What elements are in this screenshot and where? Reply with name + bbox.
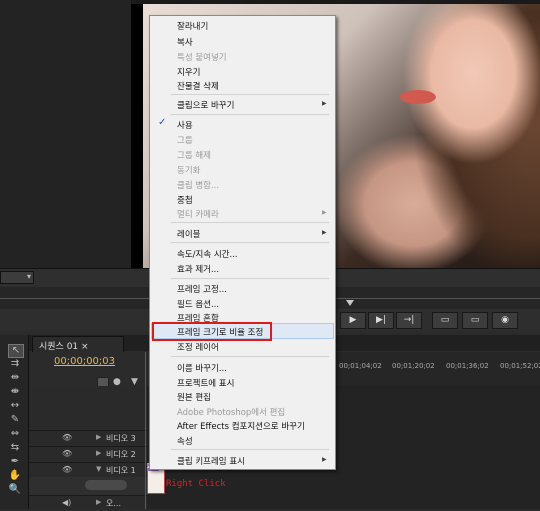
submenu-arrow-icon: ▶ (322, 456, 327, 463)
track-label: 비디오 3 (106, 434, 136, 443)
chevron-down-icon: ▾ (26, 272, 31, 281)
menu-separator (171, 278, 329, 279)
track-label: 비디오 2 (106, 450, 136, 459)
menu-item-merge-clips[interactable]: 클립 병합... (177, 179, 219, 191)
selection-tool-icon[interactable]: ↖ (8, 344, 24, 358)
menu-item-multi-camera[interactable]: 멀티 카메라 (177, 208, 219, 220)
checkmark-icon: ✓ (158, 117, 167, 128)
ruler-label: 00;01;04;02 (339, 362, 382, 370)
menu-item-synchronize[interactable]: 동기화 (177, 164, 200, 176)
slide-tool-icon[interactable]: ⇆ (8, 442, 22, 454)
menu-separator (171, 242, 329, 243)
keyframe-navigator[interactable] (85, 480, 127, 490)
ruler-label: 00;01;36;02 (446, 362, 489, 370)
menu-item-field-options[interactable]: 필드 옵션... (177, 298, 219, 310)
razor-tool-icon[interactable]: ✎ (8, 414, 22, 426)
menu-item-ripple-delete[interactable]: 잔물결 삭제 (177, 80, 219, 92)
ruler-label: 00;01;20;02 (392, 362, 435, 370)
track-header-video1[interactable]: 👁 ▼ 비디오 1 (29, 462, 147, 478)
hand-tool-icon[interactable]: ✋ (8, 470, 22, 482)
chevron-right-icon[interactable]: ▶ (96, 433, 101, 441)
timeline-playhead[interactable] (145, 352, 146, 509)
eye-icon[interactable]: 👁 (62, 433, 72, 442)
menu-separator (171, 356, 329, 357)
track-select-tool-icon[interactable]: ⇉ (8, 358, 22, 370)
export-frame-button[interactable]: ◉ (492, 312, 518, 329)
ripple-edit-tool-icon[interactable]: ⇹ (8, 372, 22, 384)
menu-item-paste-attributes[interactable]: 특성 붙여넣기 (177, 51, 227, 63)
menu-item-replace-with-clip[interactable]: 클립으로 바꾸기 (177, 99, 234, 111)
right-click-annotation: Right Click (166, 479, 226, 489)
menu-item-edit-in-photoshop[interactable]: Adobe Photoshop에서 편집 (177, 406, 285, 418)
track-header-video3[interactable]: 👁 ▶ 비디오 3 (29, 430, 147, 446)
eye-icon[interactable]: 👁 (62, 465, 72, 474)
slip-tool-icon[interactable]: ⇔ (8, 428, 22, 440)
menu-separator (171, 114, 329, 115)
ruler-label: 00;01;52;02 (500, 362, 540, 370)
tab-label: 시퀀스 01 × (39, 342, 89, 352)
menu-item-properties[interactable]: 속성 (177, 435, 193, 447)
extract-button[interactable]: ▭ (462, 312, 488, 329)
pen-tool-icon[interactable]: ✒ (8, 456, 22, 468)
menu-item-adjustment-layer[interactable]: 조정 레이어 (177, 341, 219, 353)
eye-icon[interactable]: 👁 (62, 449, 72, 458)
menu-item-enable[interactable]: 사용 (177, 119, 193, 131)
video-clip[interactable] (147, 468, 165, 494)
chevron-down-icon[interactable]: ▼ (96, 465, 101, 473)
menu-item-nest[interactable]: 중첩 (177, 194, 193, 206)
menu-separator (171, 222, 329, 223)
menu-separator (171, 94, 329, 95)
submenu-arrow-icon: ▶ (322, 209, 327, 216)
go-to-next-edit-button[interactable]: →| (396, 312, 422, 329)
menu-item-frame-hold[interactable]: 프레임 고정... (177, 283, 227, 295)
speaker-icon[interactable]: ◀) (62, 498, 71, 507)
lift-button[interactable]: ▭ (432, 312, 458, 329)
menu-separator (171, 449, 329, 450)
letterbox-bar (131, 4, 143, 268)
menu-item-show-clip-keyframes[interactable]: 클립 키프레임 표시 (177, 455, 245, 467)
source-panel (0, 0, 131, 268)
submenu-arrow-icon: ▶ (322, 100, 327, 107)
tab-sequence-01[interactable]: 시퀀스 01 × (32, 336, 124, 352)
menu-item-copy[interactable]: 복사 (177, 36, 193, 48)
menu-item-remove-effects[interactable]: 효과 제거... (177, 263, 219, 275)
menu-item-group[interactable]: 그룹 (177, 134, 193, 146)
video-lips-detail (400, 90, 436, 104)
chevron-right-icon[interactable]: ▶ (96, 498, 101, 506)
rolling-edit-tool-icon[interactable]: ⇼ (8, 386, 22, 398)
menu-item-label[interactable]: 레이블 (177, 228, 200, 240)
menu-item-speed-duration[interactable]: 속도/지속 시간... (177, 248, 238, 260)
menu-item-cut[interactable]: 잘라내기 (177, 20, 208, 32)
menu-item-ungroup[interactable]: 그룹 해제 (177, 149, 211, 161)
zoom-dropdown[interactable]: ▾ (0, 271, 34, 284)
submenu-arrow-icon: ▶ (322, 229, 327, 236)
track-label: 오... (106, 499, 121, 508)
zoom-tool-icon[interactable]: 🔍 (8, 484, 22, 496)
track-label: 비디오 1 (106, 466, 136, 475)
menu-item-reveal-in-project[interactable]: 프로젝트에 표시 (177, 377, 234, 389)
chevron-right-icon[interactable]: ▶ (96, 449, 101, 457)
playhead-marker[interactable] (346, 300, 354, 306)
play-button[interactable]: ▶ (340, 312, 366, 329)
menu-item-clear[interactable]: 지우기 (177, 66, 200, 78)
rate-stretch-tool-icon[interactable]: ↔ (8, 400, 22, 412)
timecode-display[interactable]: 00;00;00;03 (54, 356, 115, 367)
step-forward-button[interactable]: ▶| (368, 312, 394, 329)
menu-item-edit-original[interactable]: 원본 편집 (177, 391, 211, 403)
track-header-video2[interactable]: 👁 ▶ 비디오 2 (29, 446, 147, 462)
menu-item-replace-with-ae-comp[interactable]: After Effects 컴포지션으로 바꾸기 (177, 420, 305, 432)
highlight-annotation-box (152, 322, 272, 341)
menu-item-rename[interactable]: 이름 바꾸기... (177, 362, 227, 374)
